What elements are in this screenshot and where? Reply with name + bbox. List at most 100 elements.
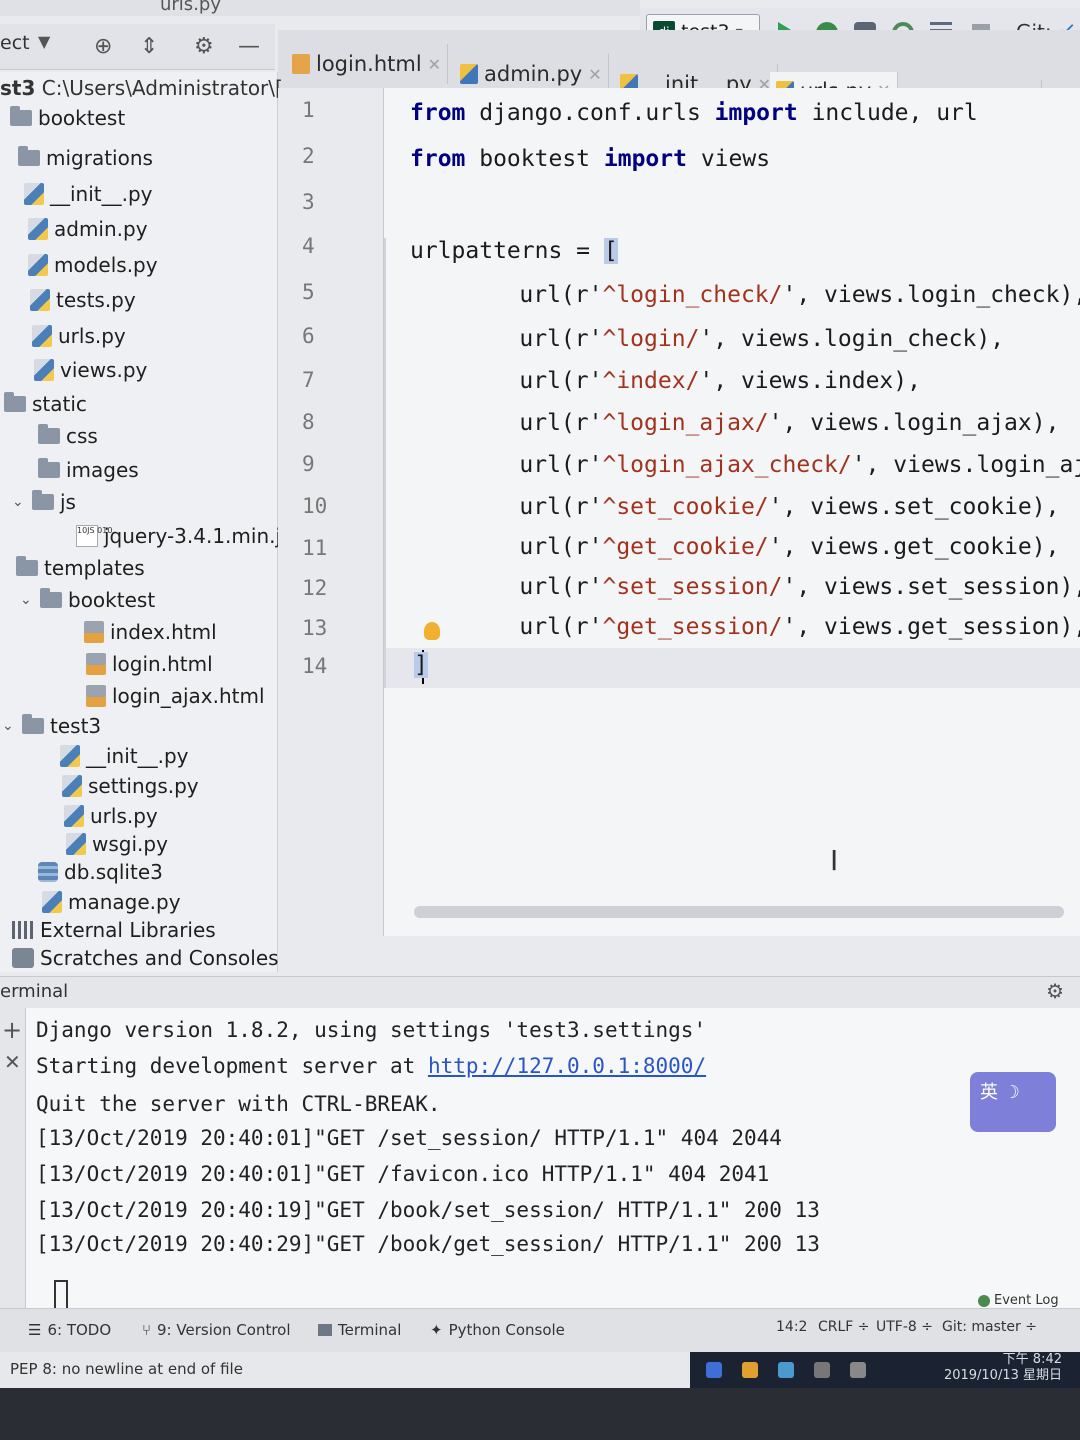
ime-widget[interactable]: 英 ☽ <box>970 1072 1056 1132</box>
server-url-link[interactable]: http://127.0.0.1:8000/ <box>428 1054 706 1078</box>
tree-item-init-py[interactable]: __init__.py <box>24 182 153 206</box>
terminal-cursor <box>54 1280 68 1308</box>
event-log-button[interactable]: Event Log <box>978 1293 1059 1308</box>
tree-item-views-py[interactable]: views.py <box>34 358 147 382</box>
tree-item-settings-py[interactable]: settings.py <box>62 774 199 798</box>
code-line[interactable]: urlpatterns = [ <box>410 238 618 264</box>
close-icon[interactable]: ✕ <box>4 1050 21 1074</box>
tree-item-login-ajax-html[interactable]: login_ajax.html <box>86 684 265 708</box>
volume-icon[interactable] <box>814 1362 830 1378</box>
code-line[interactable]: url(r'^set_session/', views.set_session)… <box>464 574 1080 600</box>
close-icon[interactable]: ✕ <box>588 65 601 84</box>
tree-item-urls-py[interactable]: urls.py <box>64 804 158 828</box>
code-editor[interactable]: I from django.conf.urls import include, … <box>384 88 1080 936</box>
terminal-output[interactable]: 英 ☽ Django version 1.8.2, using settings… <box>26 1008 1080 1308</box>
tree-item-external-libraries[interactable]: External Libraries <box>12 918 216 942</box>
code-line[interactable]: url(r'^get_cookie/', views.get_cookie), <box>464 534 1059 560</box>
line-number[interactable]: 3 <box>302 190 315 214</box>
tree-item-models-py[interactable]: models.py <box>28 253 158 277</box>
line-number[interactable]: 13 <box>302 616 327 640</box>
gear-icon[interactable]: ⚙ <box>1046 979 1064 1003</box>
network-icon[interactable] <box>778 1362 794 1378</box>
line-number[interactable]: 1 <box>302 98 315 122</box>
line-separator[interactable]: CRLF ÷ <box>818 1319 870 1335</box>
chevron-down-icon[interactable]: ⌄ <box>20 592 34 608</box>
tree-item-test3[interactable]: ⌄ test3 <box>2 714 101 738</box>
tree-item-booktest[interactable]: ⌄ booktest <box>20 588 155 612</box>
collapse-all-icon[interactable]: ⇕ <box>140 34 158 59</box>
tree-item-jquery-3-4-1-min-js[interactable]: 10JS 010 jquery-3.4.1.min.js <box>76 524 291 548</box>
tab-login-html[interactable]: login.html ✕ <box>286 44 449 84</box>
tree-item-tests-py[interactable]: tests.py <box>30 288 136 312</box>
line-number[interactable]: 12 <box>302 576 327 600</box>
gear-icon[interactable]: ⚙ <box>194 34 214 59</box>
line-number[interactable]: 9 <box>302 452 315 476</box>
code-line[interactable]: url(r'^get_session/', views.get_session)… <box>464 614 1080 640</box>
line-number[interactable]: 7 <box>302 368 315 392</box>
version-control-tab[interactable]: ⑂ 9: Version Control <box>142 1321 291 1339</box>
line-number[interactable]: 14 <box>302 654 327 678</box>
project-root[interactable]: st3 C:\Users\Administrator\[ <box>0 76 283 100</box>
lightbulb-icon[interactable] <box>424 622 440 640</box>
line-number[interactable]: 5 <box>302 280 315 304</box>
tree-item-wsgi-py[interactable]: wsgi.py <box>66 832 168 856</box>
html-file-icon <box>292 54 310 74</box>
chevron-down-icon[interactable]: ⌄ <box>2 718 16 734</box>
tree-item-init-py[interactable]: __init__.py <box>60 744 189 768</box>
tree-item-urls-py[interactable]: urls.py <box>32 324 126 348</box>
todo-tab[interactable]: ☰ 6: TODO <box>28 1321 111 1339</box>
chevron-down-icon[interactable]: ▼ <box>38 32 50 51</box>
code-token: booktest <box>465 146 604 172</box>
code-line[interactable]: url(r'^login_ajax_check/', views.login_a… <box>464 452 1080 478</box>
tree-item-migrations[interactable]: migrations <box>18 146 153 170</box>
code-line[interactable]: url(r'^set_cookie/', views.set_cookie), <box>464 494 1059 520</box>
terminal-header: erminal ⚙ <box>0 976 1080 1008</box>
tree-item-admin-py[interactable]: admin.py <box>28 217 148 241</box>
caret-position[interactable]: 14:2 <box>776 1319 807 1335</box>
tree-item-images[interactable]: images <box>38 458 139 482</box>
line-number[interactable]: 10 <box>302 494 327 518</box>
breadcrumb-file[interactable]: urls.py <box>160 0 221 15</box>
tree-item-login-html[interactable]: login.html <box>86 652 213 676</box>
tree-item-db-sqlite3[interactable]: db.sqlite3 <box>38 860 163 884</box>
line-number[interactable]: 2 <box>302 144 315 168</box>
code-line[interactable]: from booktest import views <box>410 146 770 172</box>
python-console-tab[interactable]: ✦ Python Console <box>430 1321 565 1339</box>
system-clock[interactable]: 下午 8:42 2019/10/13 星期日 <box>944 1352 1062 1384</box>
line-number[interactable]: 6 <box>302 324 315 348</box>
code-line[interactable]: from django.conf.urls import include, ur… <box>410 100 978 126</box>
line-number[interactable]: 8 <box>302 410 315 434</box>
close-icon[interactable]: ✕ <box>428 55 441 74</box>
tray-app-icon[interactable] <box>742 1362 758 1378</box>
tree-item-templates[interactable]: templates <box>16 556 145 580</box>
file-encoding[interactable]: UTF-8 ÷ <box>876 1319 933 1335</box>
tree-item-booktest[interactable]: booktest <box>10 106 125 130</box>
tree-item-js[interactable]: ⌄ js <box>12 490 76 514</box>
code-token: ', views.login_check), <box>699 326 1005 352</box>
locate-icon[interactable]: ⊕ <box>94 34 112 59</box>
horizontal-scrollbar[interactable] <box>414 906 1064 918</box>
hide-icon[interactable]: — <box>238 34 260 59</box>
tree-item-manage-py[interactable]: manage.py <box>42 890 181 914</box>
code-line[interactable]: url(r'^login/', views.login_check), <box>464 326 1004 352</box>
code-line[interactable]: url(r'^index/', views.index), <box>464 368 921 394</box>
git-branch[interactable]: Git: master ÷ <box>942 1319 1037 1335</box>
tool-window-bar: Event Log ☰ 6: TODO ⑂ 9: Version Control… <box>0 1293 1080 1352</box>
chevron-down-icon[interactable]: ⌄ <box>12 494 26 510</box>
tree-item-scratches-and-consoles[interactable]: Scratches and Consoles <box>12 946 279 970</box>
terminal-tab[interactable]: Terminal <box>318 1321 401 1339</box>
tree-item-static[interactable]: static <box>4 392 87 416</box>
tree-item-css[interactable]: css <box>38 424 98 448</box>
user-icon[interactable] <box>706 1362 722 1378</box>
tree-item-index-html[interactable]: index.html <box>84 620 217 644</box>
folder-icon <box>22 714 44 734</box>
notification-icon[interactable] <box>850 1362 866 1378</box>
new-session-icon[interactable]: + <box>2 1016 22 1044</box>
code-line[interactable]: url(r'^login_ajax/', views.login_ajax), <box>464 410 1059 436</box>
line-number[interactable]: 4 <box>302 234 315 258</box>
code-line[interactable]: url(r'^login_check/', views.login_check)… <box>464 282 1080 308</box>
project-view-selector[interactable]: ect <box>0 32 30 54</box>
code-line[interactable]: ] <box>414 652 428 678</box>
line-number[interactable]: 11 <box>302 536 327 560</box>
tree-item-label: js <box>60 490 76 514</box>
